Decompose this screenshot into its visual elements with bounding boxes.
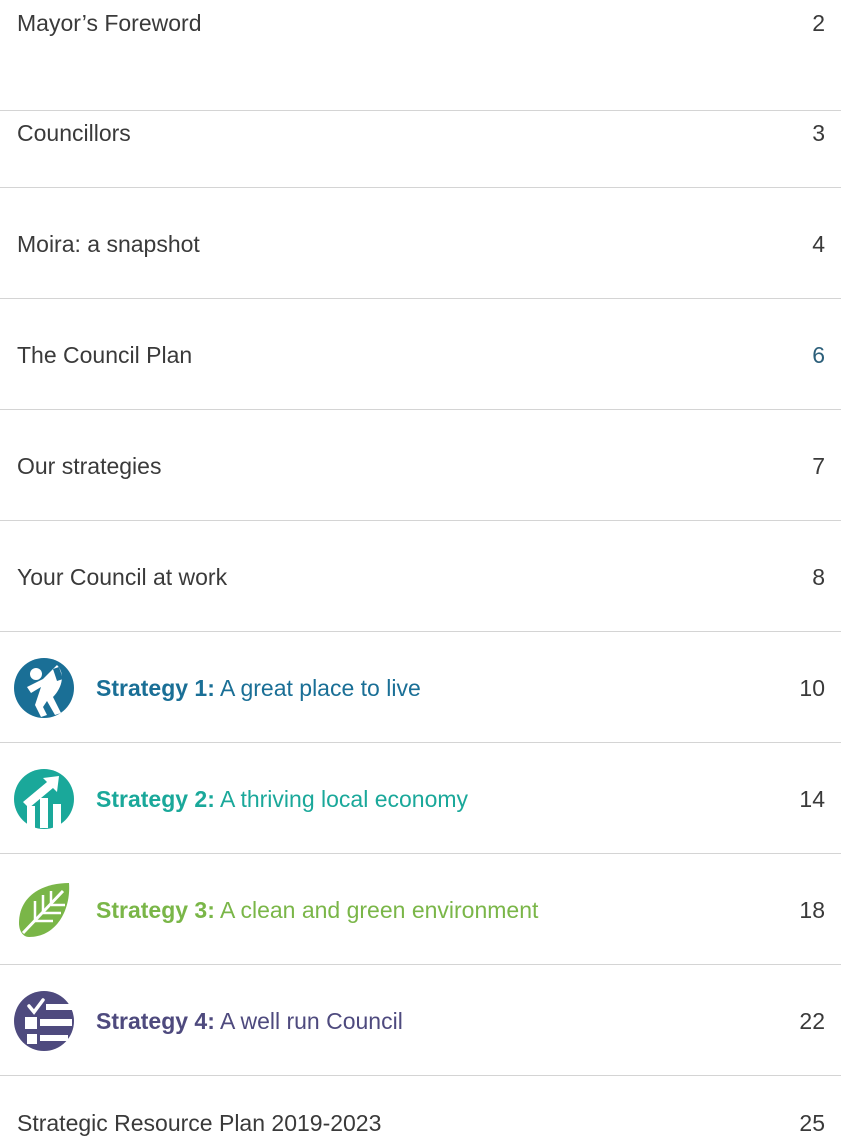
toc-entry-council-plan[interactable]: The Council Plan 6 [0, 299, 841, 410]
toc-entry-label: The Council Plan [17, 342, 193, 368]
person-running-icon [13, 657, 75, 719]
toc-entry-label: Strategy 3: A clean and green environmen… [96, 887, 538, 933]
growth-chart-icon [13, 768, 75, 830]
toc-entry-strategy-2[interactable]: Strategy 2: A thriving local economy 14 [0, 743, 841, 854]
table-of-contents: Mayor’s Foreword 2 Councillors 3 Moira: … [0, 0, 841, 1146]
toc-entry-council-at-work[interactable]: Your Council at work 8 [0, 521, 841, 632]
toc-entry-label: Strategy 1: A great place to live [96, 665, 421, 711]
strategy-title: A clean and green environment [220, 897, 539, 923]
strategy-prefix: Strategy 3: [96, 897, 215, 923]
strategy-title: A thriving local economy [220, 786, 469, 812]
toc-entry-councillors[interactable]: Councillors 3 [0, 77, 841, 188]
toc-entry-strategy-1[interactable]: Strategy 1: A great place to live 10 [0, 632, 841, 743]
toc-entry-label: Our strategies [17, 453, 162, 479]
toc-page-number: 6 [812, 342, 825, 368]
toc-entry-strategic-resource-plan[interactable]: Strategic Resource Plan 2019-2023 25 [0, 1076, 841, 1146]
toc-entry-strategy-3[interactable]: Strategy 3: A clean and green environmen… [0, 854, 841, 965]
toc-entry-label: Strategy 4: A well run Council [96, 998, 403, 1044]
toc-page-number: 7 [812, 453, 825, 479]
toc-entry-label: Mayor’s Foreword [17, 10, 202, 36]
strategy-title: A great place to live [220, 675, 421, 701]
checklist-icon [13, 990, 75, 1052]
toc-page-number: 8 [812, 564, 825, 590]
toc-entry-moira-snapshot[interactable]: Moira: a snapshot 4 [0, 188, 841, 299]
toc-page-number: 14 [799, 786, 825, 812]
toc-entry-label: Your Council at work [17, 564, 228, 590]
toc-entry-label: Strategy 2: A thriving local economy [96, 776, 468, 822]
toc-entry-strategy-4[interactable]: Strategy 4: A well run Council 22 [0, 965, 841, 1076]
strategy-prefix: Strategy 1: [96, 675, 215, 701]
toc-entry-our-strategies[interactable]: Our strategies 7 [0, 410, 841, 521]
toc-page-number: 22 [799, 1008, 825, 1034]
toc-page-number: 4 [812, 231, 825, 257]
toc-page-number: 10 [799, 675, 825, 701]
strategy-prefix: Strategy 4: [96, 1008, 215, 1034]
toc-page-number: 18 [799, 897, 825, 923]
leaf-icon [13, 879, 75, 941]
toc-entry-label: Councillors [17, 120, 131, 146]
toc-entry-label: Moira: a snapshot [17, 231, 200, 257]
toc-page-number: 2 [812, 10, 825, 36]
toc-page-number: 25 [799, 1110, 825, 1136]
strategy-prefix: Strategy 2: [96, 786, 215, 812]
strategy-title: A well run Council [220, 1008, 403, 1034]
toc-page-number: 3 [812, 120, 825, 146]
toc-entry-label: Strategic Resource Plan 2019-2023 [17, 1110, 382, 1136]
